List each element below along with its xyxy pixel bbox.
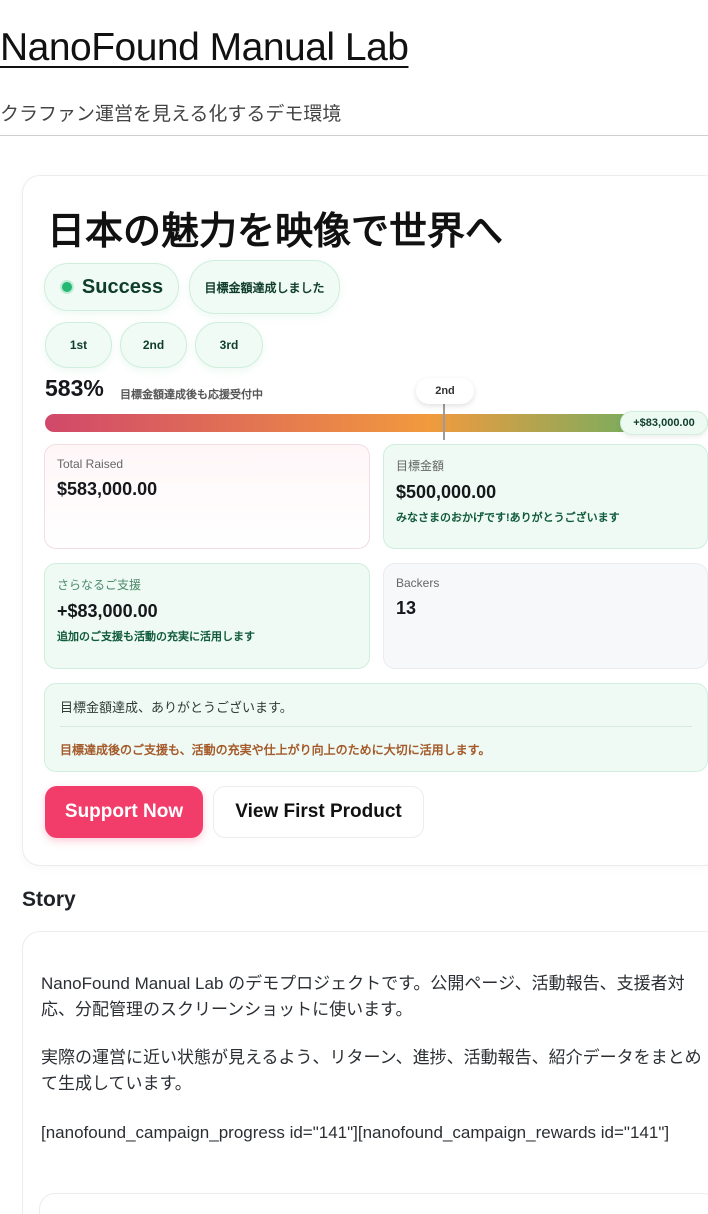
support-now-button[interactable]: Support Now: [45, 786, 203, 838]
stat-total-raised: Total Raised $583,000.00: [44, 444, 370, 549]
progress-marker-line: [443, 402, 445, 440]
thanks-line-2: 目標達成後のご支援も、活動の充実や仕上がり向上のために大切に活用します。: [60, 743, 491, 757]
header-divider: [0, 135, 708, 136]
status-dot-icon: [59, 280, 74, 294]
thanks-divider: [60, 726, 692, 727]
status-label: Success: [81, 275, 164, 298]
goal-achieved-badge: 目標金額達成しました: [189, 260, 340, 314]
view-first-product-button[interactable]: View First Product: [213, 786, 424, 838]
stat-goal: 目標金額 $500,000.00 みなさまのおかげです!ありがとうございます: [383, 444, 708, 549]
story-embedded-card: [39, 1193, 708, 1214]
funding-percent: 583%: [45, 375, 104, 401]
thanks-message: 目標金額達成、ありがとうございます。 目標達成後のご支援も、活動の充実や仕上がり…: [44, 683, 708, 772]
rank-badge-3rd: 3rd: [195, 322, 263, 368]
thanks-line-1: 目標金額達成、ありがとうございます。: [60, 700, 293, 715]
progress-bar: [45, 414, 708, 432]
stat-label: 目標金額: [396, 459, 445, 473]
site-tagline: クラファン運営を見える化するデモ環境: [0, 104, 342, 125]
stat-value: $500,000.00: [396, 482, 497, 502]
campaign-title: 日本の魅力を映像で世界へ: [47, 211, 504, 253]
stat-note: みなさまのおかげです!ありがとうございます: [396, 512, 620, 524]
stat-value: 13: [396, 598, 417, 618]
stat-note: 追加のご支援も活動の充実に活用します: [57, 631, 255, 643]
stat-label: Total Raised: [57, 457, 124, 471]
stat-label: Backers: [396, 576, 440, 590]
funding-percent-note: 目標金額達成後も応援受付中: [120, 389, 263, 401]
stat-value: +$83,000.00: [57, 601, 158, 621]
story-heading: Story: [22, 888, 76, 911]
extra-amount-badge: +$83,000.00: [620, 411, 708, 435]
rank-badge-2nd: 2nd: [120, 322, 187, 368]
progress-marker-label: 2nd: [416, 378, 474, 404]
story-paragraph: 実際の運営に近い状態が見えるよう、リターン、進捗、活動報告、紹介データをまとめて…: [41, 1048, 702, 1093]
status-badge: Success: [44, 263, 179, 311]
stat-backers: Backers 13: [383, 563, 708, 669]
story-shortcode-paragraph: [nanofound_campaign_progress id="141"][n…: [41, 1123, 670, 1142]
stat-label: さらなるご支援: [57, 578, 142, 592]
rank-badge-1st: 1st: [45, 322, 112, 368]
stat-extra-support: さらなるご支援 +$83,000.00 追加のご支援も活動の充実に活用します: [44, 563, 370, 669]
site-title-link[interactable]: NanoFound Manual Lab: [0, 26, 409, 70]
story-paragraph: NanoFound Manual Lab のデモプロジェクトです。公開ページ、活…: [41, 974, 685, 1019]
stat-value: $583,000.00: [57, 479, 158, 499]
